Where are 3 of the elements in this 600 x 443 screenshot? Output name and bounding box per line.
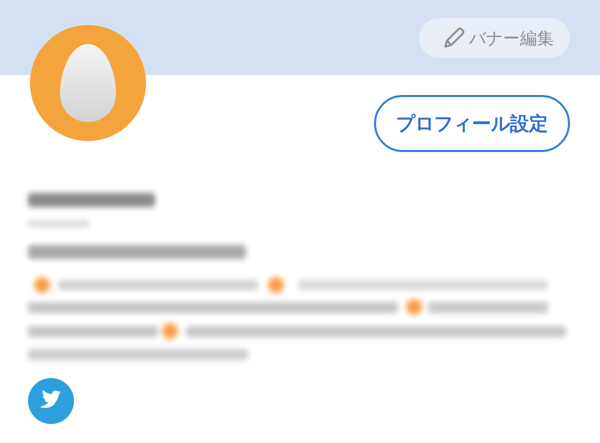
edit-banner-button[interactable]: バナー編集 <box>419 18 570 58</box>
profile-settings-button[interactable]: プロフィール設定 <box>374 95 570 152</box>
bird-icon[interactable] <box>28 378 74 424</box>
